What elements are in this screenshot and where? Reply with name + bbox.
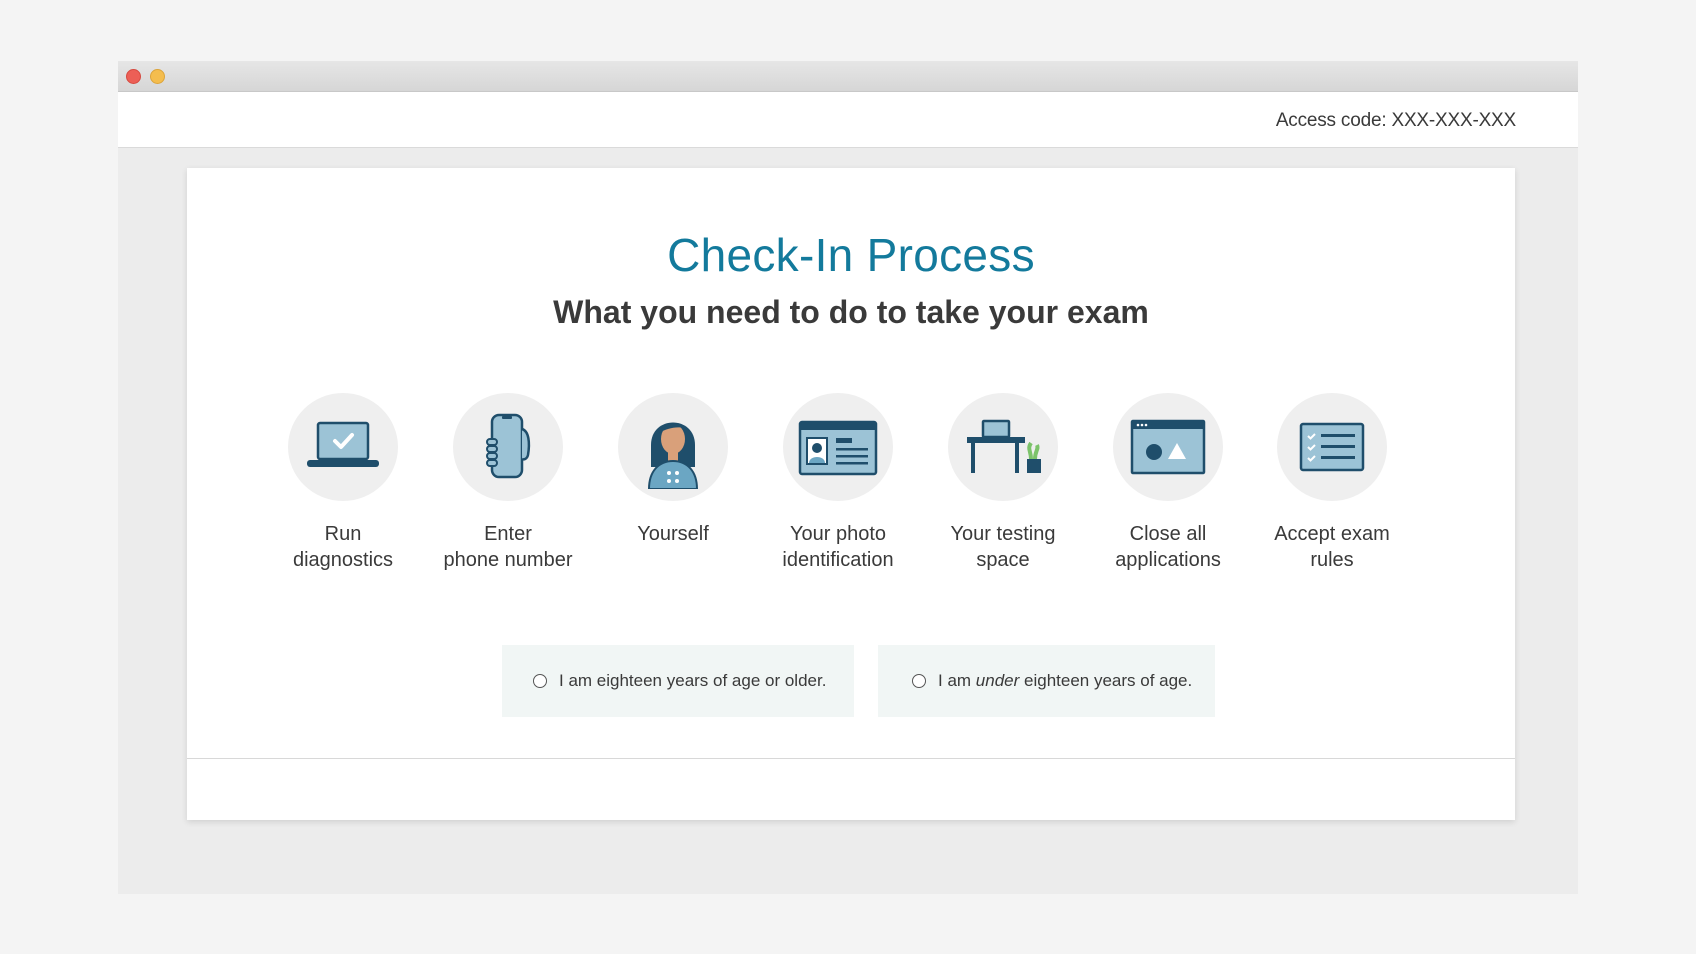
laptop-check-icon <box>307 421 379 467</box>
step-label: Enter phone number <box>443 523 573 571</box>
age-options: I am eighteen years of age or older. I a… <box>187 645 1515 717</box>
step-label: Accept exam rules <box>1274 523 1390 571</box>
desk-icon <box>967 419 1041 473</box>
check-in-card: Check-In Process What you need to do to … <box>187 168 1515 820</box>
step-accept-rules: Accept exam rules <box>1242 393 1422 573</box>
checklist-icon <box>1299 422 1365 472</box>
step-label: Close all applications <box>1115 523 1221 571</box>
step-label: Your testing space <box>950 523 1056 571</box>
age-option-adult[interactable]: I am eighteen years of age or older. <box>502 645 854 717</box>
close-window-button[interactable] <box>126 69 141 84</box>
check-in-steps: Run diagnostics Enter phone number Yours… <box>187 393 1515 573</box>
access-code: Access code: XXX-XXX-XXX <box>1275 110 1516 131</box>
window-titlebar <box>118 61 1578 92</box>
step-label: Run diagnostics <box>292 523 394 571</box>
step-label: Yourself <box>637 523 709 545</box>
app-header: Access code: XXX-XXX-XXX <box>118 92 1578 148</box>
age-option-minor[interactable]: I am under eighteen years of age. <box>878 645 1215 717</box>
page-subtitle: What you need to do to take your exam <box>553 294 1149 330</box>
age-option-minor-label: I am under eighteen years of age. <box>938 671 1193 690</box>
step-testing-space: Your testing space <box>913 393 1093 573</box>
radio-minor[interactable] <box>912 674 926 688</box>
id-card-icon <box>798 420 878 476</box>
phone-in-hand-icon <box>486 413 531 479</box>
step-enter-phone: Enter phone number <box>418 393 598 573</box>
minimize-window-button[interactable] <box>150 69 165 84</box>
browser-window: Access code: XXX-XXX-XXX Check-In Proces… <box>118 61 1578 894</box>
step-photo-id: Your photo identification <box>748 393 928 573</box>
card-divider <box>187 758 1515 759</box>
step-close-applications: Close all applications <box>1078 393 1258 573</box>
radio-adult[interactable] <box>533 674 547 688</box>
step-yourself: Yourself <box>583 393 763 547</box>
step-label: Your photo identification <box>782 523 894 571</box>
step-run-diagnostics: Run diagnostics <box>253 393 433 573</box>
person-icon <box>647 422 699 489</box>
app-window-icon <box>1130 419 1206 475</box>
page-title: Check-In Process <box>667 229 1035 281</box>
age-option-adult-label: I am eighteen years of age or older. <box>559 671 827 690</box>
